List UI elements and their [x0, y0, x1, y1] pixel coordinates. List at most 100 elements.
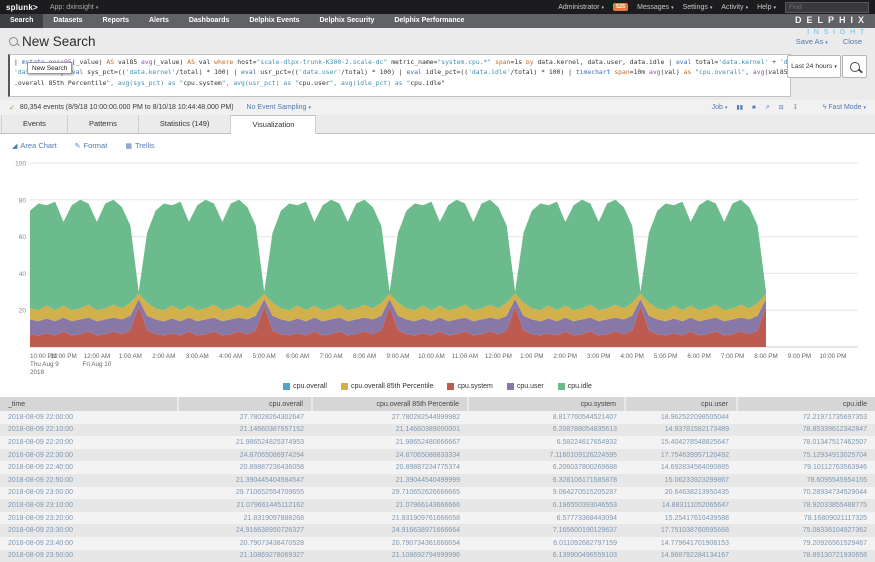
trellis-button[interactable]: ▦Trellis [125, 141, 154, 150]
column-header-cpu-overall-85th-percentile[interactable]: cpu.overall 85th Percentile [312, 397, 468, 411]
cell-value[interactable]: 9.064270515205287 [468, 487, 625, 500]
cell-value[interactable]: 6.208788054835613 [468, 424, 625, 437]
cell-value[interactable]: 75.12934913025704 [737, 449, 875, 462]
cell-value[interactable]: 24.87065086974294 [178, 449, 312, 462]
cell-value[interactable]: 24.916638950726327 [178, 524, 312, 537]
cell-value[interactable]: 21.14660387657152 [178, 424, 312, 437]
column-header--time[interactable]: _time [0, 397, 178, 411]
cell-value[interactable]: 6.139900496559103 [468, 550, 625, 562]
app-menu[interactable]: App: dxinsight▾ [50, 4, 99, 11]
tab-statistics[interactable]: Statistics (149) [139, 115, 232, 133]
cell-value[interactable]: 21.986524825374953 [178, 436, 312, 449]
save-as-button[interactable]: Save As▾ [796, 37, 828, 46]
close-button[interactable]: Close [843, 37, 862, 46]
cell-value[interactable]: 75.08336104927362 [737, 524, 875, 537]
cell-value[interactable]: 21.8319097888268 [178, 512, 312, 525]
cell-value[interactable]: 21.390445404584547 [178, 474, 312, 487]
cell-value[interactable]: 6.196550393046553 [468, 499, 625, 512]
cell-value[interactable]: 17.754639957120492 [625, 449, 737, 462]
find-input[interactable] [785, 2, 869, 13]
cell-value[interactable]: 78.89130721930658 [737, 550, 875, 562]
time-range-picker[interactable]: Last 24 hours▾ [787, 55, 841, 78]
messages-menu[interactable]: Messages▾ [637, 4, 673, 11]
nav-item-datasets[interactable]: Datasets [43, 14, 92, 28]
column-header-cpu-user[interactable]: cpu.user [625, 397, 737, 411]
column-header-cpu-idle[interactable]: cpu.idle [737, 397, 875, 411]
cell-value[interactable]: 24.87065088833334 [312, 449, 468, 462]
cell-value[interactable]: 18.962522098505044 [625, 411, 737, 424]
cell-value[interactable]: 6.206037800269688 [468, 461, 625, 474]
cell-value[interactable]: 17.751038760595668 [625, 524, 737, 537]
chart-type-picker[interactable]: ◢Area Chart [12, 141, 57, 150]
cell-time[interactable]: 2018-08-09 22:20:00 [0, 436, 178, 449]
cell-value[interactable]: 21.39044540499999 [312, 474, 468, 487]
nav-item-delphix-performance[interactable]: Delphix Performance [384, 14, 474, 28]
cell-value[interactable]: 14.692834564090885 [625, 461, 737, 474]
cell-value[interactable]: 21.079661445112162 [178, 499, 312, 512]
help-menu[interactable]: Help▾ [757, 4, 776, 11]
cell-value[interactable]: 21.98652480666667 [312, 436, 468, 449]
cell-value[interactable]: 27.780282544999982 [312, 411, 468, 424]
cell-time[interactable]: 2018-08-09 23:40:00 [0, 537, 178, 550]
cell-value[interactable]: 21.14660389000001 [312, 424, 468, 437]
cell-value[interactable]: 29.710652626666665 [312, 487, 468, 500]
legend-item-cpu-user[interactable]: cpu.user [507, 383, 544, 390]
legend-item-cpu-overall-85th-percentile[interactable]: cpu.overall 85th Percentile [341, 383, 434, 390]
settings-menu[interactable]: Settings▾ [683, 4, 713, 11]
cell-value[interactable]: 14.968792284134167 [625, 550, 737, 562]
tab-patterns[interactable]: Patterns [68, 115, 139, 133]
format-button[interactable]: ✎Format [75, 141, 108, 150]
nav-item-reports[interactable]: Reports [93, 14, 139, 28]
cell-value[interactable]: 29.710652554709655 [178, 487, 312, 500]
cell-value[interactable]: 20.64638213950435 [625, 487, 737, 500]
cell-value[interactable]: 21.07966143666666 [312, 499, 468, 512]
cell-time[interactable]: 2018-08-09 23:50:00 [0, 550, 178, 562]
cell-time[interactable]: 2018-08-09 23:00:00 [0, 487, 178, 500]
cell-value[interactable]: 20.790734361666654 [312, 537, 468, 550]
cell-value[interactable]: 20.89887236436058 [178, 461, 312, 474]
cell-time[interactable]: 2018-08-09 22:10:00 [0, 424, 178, 437]
search-query-input[interactable]: | mstats perc95(_value) AS val85 avg(_va… [8, 54, 791, 97]
cell-value[interactable]: 8.817760544521407 [468, 411, 625, 424]
cell-time[interactable]: 2018-08-09 23:30:00 [0, 524, 178, 537]
cell-value[interactable]: 7.165600190129637 [468, 524, 625, 537]
legend-item-cpu-system[interactable]: cpu.system [447, 383, 492, 390]
run-search-button[interactable] [842, 55, 867, 78]
cell-value[interactable]: 78.16809021117325 [737, 512, 875, 525]
cell-value[interactable]: 21.10869278069327 [178, 550, 312, 562]
cell-value[interactable]: 79.10112763563946 [737, 461, 875, 474]
cell-value[interactable]: 6.011092682797159 [468, 537, 625, 550]
cell-value[interactable]: 15.25417610439588 [625, 512, 737, 525]
cell-value[interactable]: 78.6095545954155 [737, 474, 875, 487]
cell-value[interactable]: 78.85339612342847 [737, 424, 875, 437]
cell-value[interactable]: 78.01347517462507 [737, 436, 875, 449]
cell-value[interactable]: 27.78028264302647 [178, 411, 312, 424]
cell-value[interactable]: 70.28934734529044 [737, 487, 875, 500]
cell-value[interactable]: 72.21971735697353 [737, 411, 875, 424]
nav-item-search[interactable]: Search [0, 14, 43, 28]
cell-value[interactable]: 78.92033855488775 [737, 499, 875, 512]
share-icon[interactable]: ↗ [765, 104, 770, 111]
cell-value[interactable]: 79.20926561529467 [737, 537, 875, 550]
cell-time[interactable]: 2018-08-09 22:50:00 [0, 474, 178, 487]
cell-time[interactable]: 2018-08-09 22:40:00 [0, 461, 178, 474]
nav-item-dashboards[interactable]: Dashboards [179, 14, 239, 28]
cell-value[interactable]: 20.79073438470528 [178, 537, 312, 550]
cell-time[interactable]: 2018-08-09 22:30:00 [0, 449, 178, 462]
nav-item-alerts[interactable]: Alerts [139, 14, 179, 28]
cell-value[interactable]: 15.06233923299867 [625, 474, 737, 487]
cell-time[interactable]: 2018-08-09 22:00:00 [0, 411, 178, 424]
legend-item-cpu-overall[interactable]: cpu.overall [283, 383, 327, 390]
cell-value[interactable]: 14.93781582173489 [625, 424, 737, 437]
cell-value[interactable]: 14.883111052065647 [625, 499, 737, 512]
pause-icon[interactable]: ▮▮ [736, 104, 743, 111]
column-header-cpu-overall[interactable]: cpu.overall [178, 397, 312, 411]
export-icon[interactable]: ↧ [793, 104, 798, 111]
tab-events[interactable]: Events [1, 115, 68, 133]
cell-value[interactable]: 6.58224617654932 [468, 436, 625, 449]
event-sampling-menu[interactable]: No Event Sampling▾ [247, 104, 311, 111]
stop-icon[interactable]: ■ [752, 105, 756, 111]
activity-menu[interactable]: Activity▾ [721, 4, 748, 11]
cell-time[interactable]: 2018-08-09 23:20:00 [0, 512, 178, 525]
cell-value[interactable]: 14.779641701908153 [625, 537, 737, 550]
